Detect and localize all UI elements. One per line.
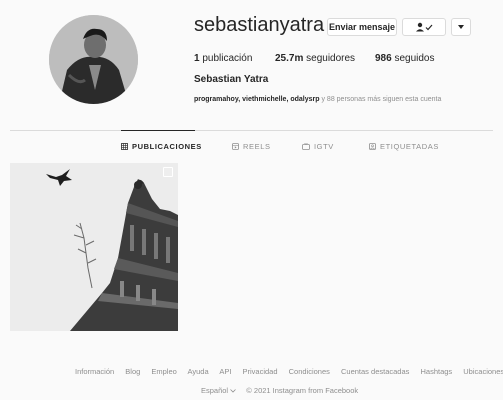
footer-link[interactable]: API [219,367,231,376]
active-tab-indicator [121,130,195,131]
username-text: sebastianyatra [194,14,325,36]
more-options-dropdown[interactable] [451,18,471,36]
person-check-icon [416,22,433,32]
followers-stat[interactable]: 25.7m seguidores [275,53,355,64]
footer-link[interactable]: Blog [125,367,140,376]
chevron-down-icon [458,25,464,29]
footer-link[interactable]: Ayuda [188,367,209,376]
footer-link[interactable]: Ubicaciones [463,367,503,376]
grid-icon [121,143,128,150]
footer-link[interactable]: Hashtags [420,367,452,376]
avatar-photo [49,15,138,104]
footer-link[interactable]: Condiciones [289,367,330,376]
tab-igtv-label: IGTV [314,142,334,151]
tab-tagged[interactable]: ETIQUETADAS [369,142,439,151]
following-button[interactable] [402,18,446,36]
posts-label: publicación [202,53,253,64]
post-image [10,163,178,331]
language-label: Español [201,386,229,395]
followers-label: seguidores [306,53,356,64]
followed-by-names: programahoy, viethmichelle, odalysrp [194,96,320,103]
tabs-divider [10,130,493,131]
footer-link[interactable]: Privacidad [243,367,278,376]
posts-count: 1 [194,53,200,64]
following-stat[interactable]: 986 seguidos [375,53,435,64]
footer-links: Información Blog Empleo Ayuda API Privac… [75,367,503,376]
tab-reels-label: REELS [243,142,271,151]
footer-link[interactable]: Información [75,367,114,376]
language-select[interactable]: Español [201,386,238,395]
tab-posts[interactable]: PUBLICACIONES [121,142,202,151]
followed-by-more: y 88 personas más siguen esta cuenta [321,96,442,103]
followers-count: 25.7m [275,53,304,64]
footer-bottom: Español © 2021 Instagram from Facebook [201,386,358,395]
full-name: Sebastian Yatra [194,74,269,85]
send-message-label: Enviar mensaje [328,22,396,32]
chevron-down-icon [230,389,236,393]
post-select-checkbox[interactable] [163,167,173,177]
avatar[interactable] [49,15,138,104]
send-message-button[interactable]: Enviar mensaje [327,18,397,36]
following-label: seguidos [394,53,435,64]
profile-username: sebastianyatra [194,14,342,37]
igtv-icon [302,143,310,150]
footer-link[interactable]: Cuentas destacadas [341,367,409,376]
followed-by-text[interactable]: programahoy, viethmichelle, odalysrp y 8… [194,96,441,103]
tagged-icon [369,143,376,150]
post-thumbnail[interactable] [10,163,178,331]
tab-tagged-label: ETIQUETADAS [380,142,439,151]
footer-link[interactable]: Empleo [151,367,176,376]
posts-stat: 1 publicación [194,53,252,64]
tab-igtv[interactable]: IGTV [302,142,334,151]
tab-reels[interactable]: REELS [232,142,271,151]
reels-icon [232,143,239,150]
copyright-text: © 2021 Instagram from Facebook [246,386,359,395]
following-count: 986 [375,53,392,64]
tab-posts-label: PUBLICACIONES [132,142,202,151]
